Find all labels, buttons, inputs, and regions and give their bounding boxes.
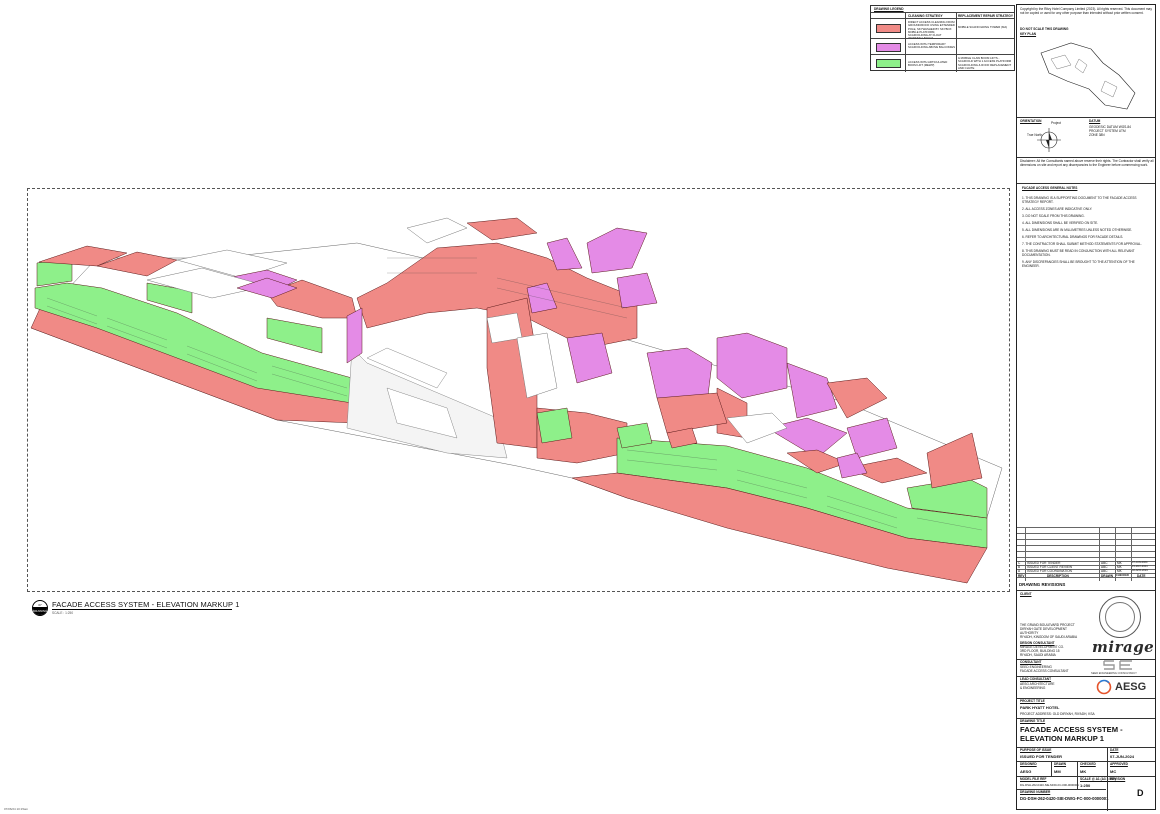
view-scale: SCALE : 1:250 (52, 611, 74, 615)
lead-consultant-details: AESG ARCHITECTURE & ENGINEERING (1020, 682, 1055, 690)
scale-value: 1:250 (1080, 783, 1091, 788)
client-heading: CLIENT (1020, 592, 1032, 596)
drawing-title: FACADE ACCESS SYSTEM - ELEVATION MARKUP … (1020, 725, 1123, 743)
note-item: 8. THIS DRAWING MUST BE READ IN CONJUNCT… (1022, 249, 1135, 257)
notes-heading: FACADE ACCESS GENERAL NOTES (1022, 186, 1078, 190)
mirage-logo: mirage (1092, 638, 1155, 656)
drawing-number-label: DRAWING NUMBER (1020, 790, 1051, 794)
revision-letter: D (1137, 788, 1144, 798)
lead-consultant-heading: LEAD CONSULTANT (1020, 677, 1052, 681)
view-title-block: 07 DRAWING FACADE ACCESS SYSTEM - ELEVAT… (32, 598, 239, 622)
rev-code: A (1018, 569, 1021, 573)
checked-value: MK (1080, 769, 1087, 774)
view-title-underline (52, 609, 232, 610)
datum-label: DATUM (1089, 119, 1101, 123)
revisions-heading: DRAWING REVISIONS (1019, 582, 1066, 587)
project-heading: PROJECT TITLE (1020, 699, 1045, 703)
view-title: FACADE ACCESS SYSTEM - ELEVATION MARKUP … (52, 600, 240, 609)
no-scale-text: DO NOT SCALE THIS DRAWING (1020, 27, 1069, 31)
general-notes: 1. THIS DRAWING IS A SUPPORTING DOCUMENT… (1022, 196, 1150, 271)
aesg-logo-icon (1096, 679, 1112, 695)
building-isometric-markup (30, 217, 1003, 584)
view-bubble-number: 07 (33, 601, 47, 608)
designed-label: DESIGNED (1020, 762, 1037, 766)
legend-row-green: ACCESS WITH ARTICULATED BOOM LIFT (MEWP)… (871, 54, 1014, 72)
note-item: 7. THE CONTRACTOR SHALL SUBMIT METHOD ST… (1022, 242, 1142, 246)
legend-row-red: DIRECT ACCESS CLEANING FROM GROUND/ROOF … (871, 18, 1014, 40)
note-item: 5. ALL DIMENSIONS ARE IN MILLIMETRES UNL… (1022, 228, 1133, 232)
model-label: MODEL FILE REF (1020, 777, 1047, 781)
legend-replacement-red: MOBILE SCAFFOLDING TOWER (MA) (958, 25, 1008, 29)
drawing-title-heading: DRAWING TITLE (1020, 719, 1046, 723)
rev-header-rev: REV (1018, 574, 1025, 578)
approved-value: MC (1110, 769, 1117, 774)
view-reference-bubble: 07 DRAWING (32, 600, 48, 616)
revision-table: C ISSUED FOR TENDER ABC MK 07-JUN-2024 B… (1017, 527, 1155, 581)
rev-date: 02-APR-2024 (1132, 569, 1148, 572)
legend-strategy-green: ACCESS WITH ARTICULATED BOOM LIFT (MEWP) (908, 60, 948, 68)
seed-engineering-logo (1103, 660, 1132, 670)
note-item: 9. ANY DISCREPANCIES SHALL BE BROUGHT TO… (1022, 260, 1135, 268)
project-title: PARK HYATT HOTEL (1020, 705, 1060, 710)
north-arrow-icon (1037, 128, 1061, 152)
rev-header-checked: CHECKED (1116, 574, 1129, 577)
north-project-label: Project (1051, 121, 1061, 125)
note-item: 4. ALL DIMENSIONS SHALL BE VERIFIED ON S… (1022, 221, 1099, 225)
key-plan-diagram (1040, 42, 1136, 110)
note-item: 6. REFER TO ARCHITECTURAL DRAWINGS FOR F… (1022, 235, 1124, 239)
copyright-text: Copyright by the Ritzy Hotel Company Lim… (1020, 7, 1152, 15)
note-item: 1. THIS DRAWING IS A SUPPORTING DOCUMENT… (1022, 196, 1137, 204)
consultant-heading: CONSULTANT (1020, 660, 1042, 664)
legend-strategy-magenta: ACCESS WITH TEMPORARY SCAFFOLDING ABOVE … (908, 42, 955, 50)
disclaimer-text: Disclaimer: All the Consultants named ab… (1020, 159, 1154, 167)
approved-label: APPROVED (1110, 762, 1128, 766)
drawing-legend: DRAWING LEGEND CLEANING STRATEGY REPLACE… (870, 5, 1015, 72)
note-item: 3. DO NOT SCALE FROM THIS DRAWING. (1022, 214, 1085, 218)
drawing-number: DG-DSH-262-0420-SIE-DWG-FC-000-0000001 (1020, 796, 1109, 801)
rev-desc: ISSUED FOR COORDINATION (1027, 569, 1072, 573)
legend-row-magenta: ACCESS WITH TEMPORARY SCAFFOLDING ABOVE … (871, 38, 1014, 54)
legend-heading: DRAWING LEGEND (874, 7, 904, 11)
consultant-details: SEED ENGINEERING FACADE ACCESS CONSULTAN… (1020, 665, 1069, 673)
purpose-value: ISSUED FOR TENDER (1020, 754, 1063, 759)
rev-chk: MK (1117, 569, 1122, 573)
north-true-label: True North (1027, 133, 1043, 137)
rev-header-drawn: DRAWN (1101, 574, 1114, 578)
designed-value: AESG (1020, 769, 1032, 774)
date-value: 07-JUN-2024 (1110, 754, 1135, 759)
datum-line-3: ZONE 38N (1089, 133, 1105, 137)
legend-swatch-red (876, 24, 901, 33)
legend-swatch-green (876, 59, 901, 68)
plot-timestamp: 07/06/24 10:15am (4, 807, 29, 811)
project-address: PROJECT ADDRESS: OLD DIRIYAH, RIYADH, KS… (1020, 712, 1095, 716)
legend-replacement-green: & MOBILE CLAW BOOM LIFTS - SCAFFOLD WITH… (958, 56, 1012, 70)
view-bubble-sheet: DRAWING (33, 608, 48, 615)
purpose-label: PURPOSE OF ISSUE (1020, 748, 1052, 752)
rev-header-desc: DESCRIPTION (1047, 574, 1069, 578)
seed-engineering-caption: SEED ENGINEERING CONSULTANCY (1091, 672, 1137, 675)
note-item: 2. ALL ACCESS ZONES ARE INDICATIVE ONLY. (1022, 207, 1093, 211)
drawn-label: DRAWN (1054, 762, 1067, 766)
revision-label: REVISION (1110, 777, 1126, 781)
model-value: DG-DSH-262-0420-SIE-MOD-FC-000-0000001 (1020, 783, 1079, 787)
rev-header-date: DATE (1137, 574, 1146, 578)
drawn-value: MM (1054, 769, 1061, 774)
client-seal-logo (1099, 596, 1141, 638)
rev-by: ABC (1101, 569, 1108, 573)
client-details: THE GRAND BOULEVARD PROJECT DIRIYAH GATE… (1020, 623, 1078, 639)
legend-swatch-magenta (876, 43, 901, 52)
design-consultant-details: MIRAGE DEVELOPMENT CO. 3RD FLOOR, BUILDI… (1020, 645, 1065, 657)
aesg-logo-text: AESG (1115, 681, 1147, 693)
checked-label: CHECKED (1080, 762, 1096, 766)
date-label: DATE (1110, 748, 1119, 752)
